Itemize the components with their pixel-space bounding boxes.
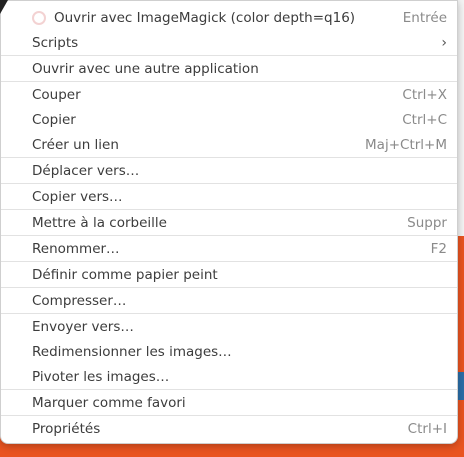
menu-item-label: Ouvrir avec une autre application bbox=[32, 60, 259, 77]
menu-item-shortcut: Ctrl+X bbox=[402, 86, 447, 103]
context-menu: Ouvrir avec ImageMagick (color depth=q16… bbox=[0, 0, 458, 444]
menu-item-send-to[interactable]: Envoyer vers… bbox=[1, 314, 457, 339]
menu-item-shortcut: Ctrl+I bbox=[407, 420, 447, 437]
menu-item-copy-to[interactable]: Copier vers… bbox=[1, 184, 457, 209]
menu-item-label: Scripts bbox=[32, 34, 79, 51]
mouse-cursor-icon bbox=[0, 0, 8, 14]
menu-item-label: Définir comme papier peint bbox=[32, 266, 218, 283]
menu-item-label: Pivoter les images… bbox=[32, 368, 170, 385]
menu-item-compress[interactable]: Compresser… bbox=[1, 288, 457, 313]
menu-item-label: Ouvrir avec ImageMagick (color depth=q16… bbox=[54, 9, 356, 26]
menu-item-rename[interactable]: Renommer… F2 bbox=[1, 236, 457, 261]
menu-item-label: Envoyer vers… bbox=[32, 318, 134, 335]
menu-item-label: Copier vers… bbox=[32, 188, 123, 205]
menu-item-shortcut: F2 bbox=[430, 240, 447, 257]
menu-item-label: Copier bbox=[32, 111, 76, 128]
menu-item-trash[interactable]: Mettre à la corbeille Suppr bbox=[1, 210, 457, 235]
menu-item-star[interactable]: Marquer comme favori bbox=[1, 390, 457, 415]
menu-item-shortcut: Entrée bbox=[402, 9, 447, 26]
menu-item-label: Mettre à la corbeille bbox=[32, 214, 167, 231]
menu-item-cut[interactable]: Couper Ctrl+X bbox=[1, 82, 457, 107]
menu-item-set-wallpaper[interactable]: Définir comme papier peint bbox=[1, 262, 457, 287]
menu-item-scripts[interactable]: Scripts › bbox=[1, 30, 457, 55]
menu-item-create-link[interactable]: Créer un lien Maj+Ctrl+M bbox=[1, 132, 457, 157]
menu-item-label: Compresser… bbox=[32, 292, 127, 309]
menu-item-label: Propriétés bbox=[32, 420, 101, 437]
menu-item-open-with-imagemagick[interactable]: Ouvrir avec ImageMagick (color depth=q16… bbox=[1, 5, 457, 30]
menu-item-shortcut: Maj+Ctrl+M bbox=[365, 136, 447, 153]
menu-item-shortcut: Ctrl+C bbox=[402, 111, 447, 128]
menu-item-resize-images[interactable]: Redimensionner les images… bbox=[1, 339, 457, 364]
menu-item-rotate-images[interactable]: Pivoter les images… bbox=[1, 364, 457, 389]
menu-item-label: Renommer… bbox=[32, 240, 120, 257]
menu-item-label: Couper bbox=[32, 86, 81, 103]
menu-item-label: Redimensionner les images… bbox=[32, 343, 232, 360]
chevron-right-icon: › bbox=[441, 34, 447, 51]
imagemagick-icon bbox=[32, 10, 46, 25]
menu-item-label: Marquer comme favori bbox=[32, 394, 186, 411]
menu-item-copy[interactable]: Copier Ctrl+C bbox=[1, 107, 457, 132]
menu-item-properties[interactable]: Propriétés Ctrl+I bbox=[1, 416, 457, 441]
menu-item-label: Créer un lien bbox=[32, 136, 119, 153]
menu-item-move-to[interactable]: Déplacer vers… bbox=[1, 158, 457, 183]
menu-item-label: Déplacer vers… bbox=[32, 162, 140, 179]
menu-item-shortcut: Suppr bbox=[407, 214, 447, 231]
menu-item-open-other-app[interactable]: Ouvrir avec une autre application bbox=[1, 56, 457, 81]
